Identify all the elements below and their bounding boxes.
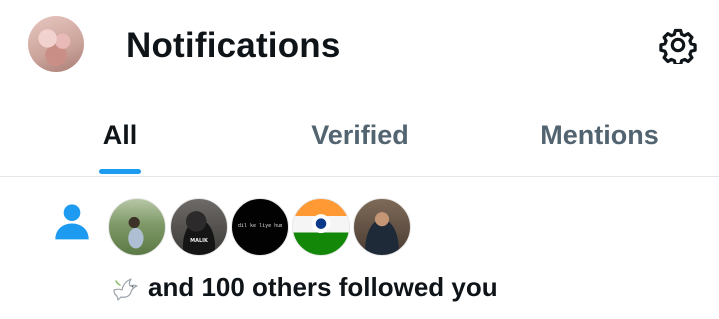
follow-notification[interactable]: MALIK dil ke liye hum kush bhi and 100 o… <box>0 177 719 319</box>
tab-all-label: All <box>102 120 138 150</box>
top-bar: Notifications <box>0 0 719 92</box>
avatar-overlay-text: MALIK <box>190 238 208 244</box>
active-tab-indicator <box>99 169 141 174</box>
dove-icon <box>113 278 138 301</box>
notification-tabs: All Verified Mentions <box>0 100 719 176</box>
follower-avatar[interactable]: dil ke liye hum kush bhi <box>231 198 289 256</box>
notification-message: and 100 others followed you <box>110 269 498 305</box>
person-icon <box>55 204 89 240</box>
tab-mentions-label: Mentions <box>540 120 659 150</box>
avatar-overlay-text: dil ke liye hum kush bhi <box>238 223 282 229</box>
message-text: and 100 others followed you <box>148 271 498 302</box>
follower-avatar[interactable]: MALIK <box>170 198 228 256</box>
tab-mentions[interactable]: Mentions <box>480 100 719 176</box>
page-title: Notifications <box>126 26 341 65</box>
tab-verified[interactable]: Verified <box>240 100 480 176</box>
tab-all[interactable]: All <box>0 100 240 176</box>
follower-avatar[interactable] <box>353 198 411 256</box>
follower-avatar[interactable] <box>108 198 166 256</box>
gear-icon[interactable] <box>659 26 697 64</box>
tab-verified-label: Verified <box>311 120 409 150</box>
follower-avatar[interactable] <box>292 198 350 256</box>
profile-avatar[interactable] <box>28 16 84 72</box>
